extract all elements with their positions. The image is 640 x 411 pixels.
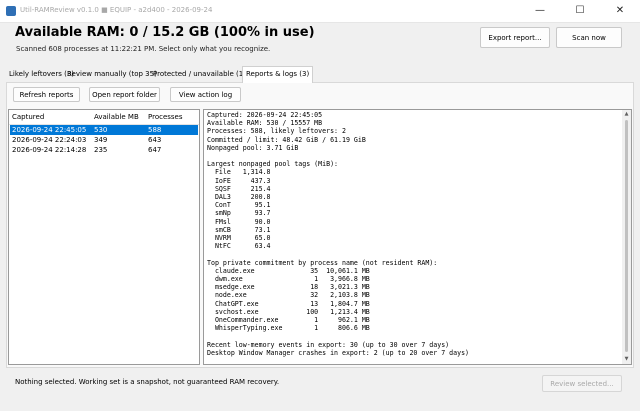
report-row[interactable]: 2026-09-24 22:45:05 530 588 bbox=[10, 125, 198, 135]
cell-processes: 643 bbox=[148, 136, 162, 144]
scroll-down-icon[interactable]: ▼ bbox=[623, 356, 630, 363]
tab-protected[interactable]: Protected / unavailable (13) bbox=[150, 67, 253, 82]
cell-captured: 2026-09-24 22:24:03 bbox=[12, 136, 87, 144]
refresh-reports-button[interactable]: Refresh reports bbox=[13, 87, 80, 102]
window-title: Util-RAMReview v0.1.0 ■ EQUIP - a2d400 -… bbox=[20, 6, 213, 14]
open-report-folder-button[interactable]: Open report folder bbox=[89, 87, 160, 102]
vertical-scrollbar[interactable]: ▲ ▼ bbox=[622, 110, 631, 364]
app-icon bbox=[6, 6, 16, 16]
scroll-up-icon[interactable]: ▲ bbox=[623, 111, 630, 118]
export-report-button[interactable]: Export report... bbox=[480, 27, 550, 48]
maximize-button[interactable]: ☐ bbox=[560, 0, 600, 22]
cell-available-mb: 235 bbox=[94, 146, 108, 154]
title-bar: Util-RAMReview v0.1.0 ■ EQUIP - a2d400 -… bbox=[0, 0, 640, 23]
minimize-button[interactable]: — bbox=[520, 0, 560, 22]
column-header-processes[interactable]: Processes bbox=[148, 113, 183, 121]
scan-now-button[interactable]: Scan now bbox=[556, 27, 622, 48]
scan-summary: Scanned 608 processes at 11:22:21 PM. Se… bbox=[16, 45, 271, 53]
cell-available-mb: 349 bbox=[94, 136, 108, 144]
close-button[interactable]: ✕ bbox=[600, 0, 640, 22]
tab-reports-logs[interactable]: Reports & logs (3) bbox=[242, 66, 314, 83]
column-header-captured[interactable]: Captured bbox=[12, 113, 44, 121]
reports-list[interactable]: Captured Available MB Processes 2026-09-… bbox=[8, 109, 200, 365]
report-row[interactable]: 2026-09-24 22:24:03 349 643 bbox=[10, 135, 198, 145]
tab-review-manually[interactable]: Review manually (top 35) bbox=[64, 67, 160, 82]
cell-available-mb: 530 bbox=[94, 126, 108, 134]
report-text-area[interactable]: Captured: 2026-09-24 22:45:05 Available … bbox=[203, 109, 632, 365]
cell-captured: 2026-09-24 22:14:28 bbox=[12, 146, 87, 154]
report-row[interactable]: 2026-09-24 22:14:28 235 647 bbox=[10, 145, 198, 155]
cell-processes: 647 bbox=[148, 146, 162, 154]
column-header-available-mb[interactable]: Available MB bbox=[94, 113, 139, 121]
status-message: Nothing selected. Working set is a snaps… bbox=[15, 378, 280, 386]
view-action-log-button[interactable]: View action log bbox=[170, 87, 241, 102]
scrollbar-thumb[interactable] bbox=[625, 120, 628, 352]
list-header: Captured Available MB Processes bbox=[9, 110, 199, 125]
cell-processes: 588 bbox=[148, 126, 162, 134]
available-ram-title: Available RAM: 0 / 15.2 GB (100% in use) bbox=[15, 25, 315, 40]
cell-captured: 2026-09-24 22:45:05 bbox=[12, 126, 87, 134]
review-selected-button[interactable]: Review selected... bbox=[542, 375, 622, 392]
report-text: Captured: 2026-09-24 22:45:05 Available … bbox=[207, 111, 470, 357]
